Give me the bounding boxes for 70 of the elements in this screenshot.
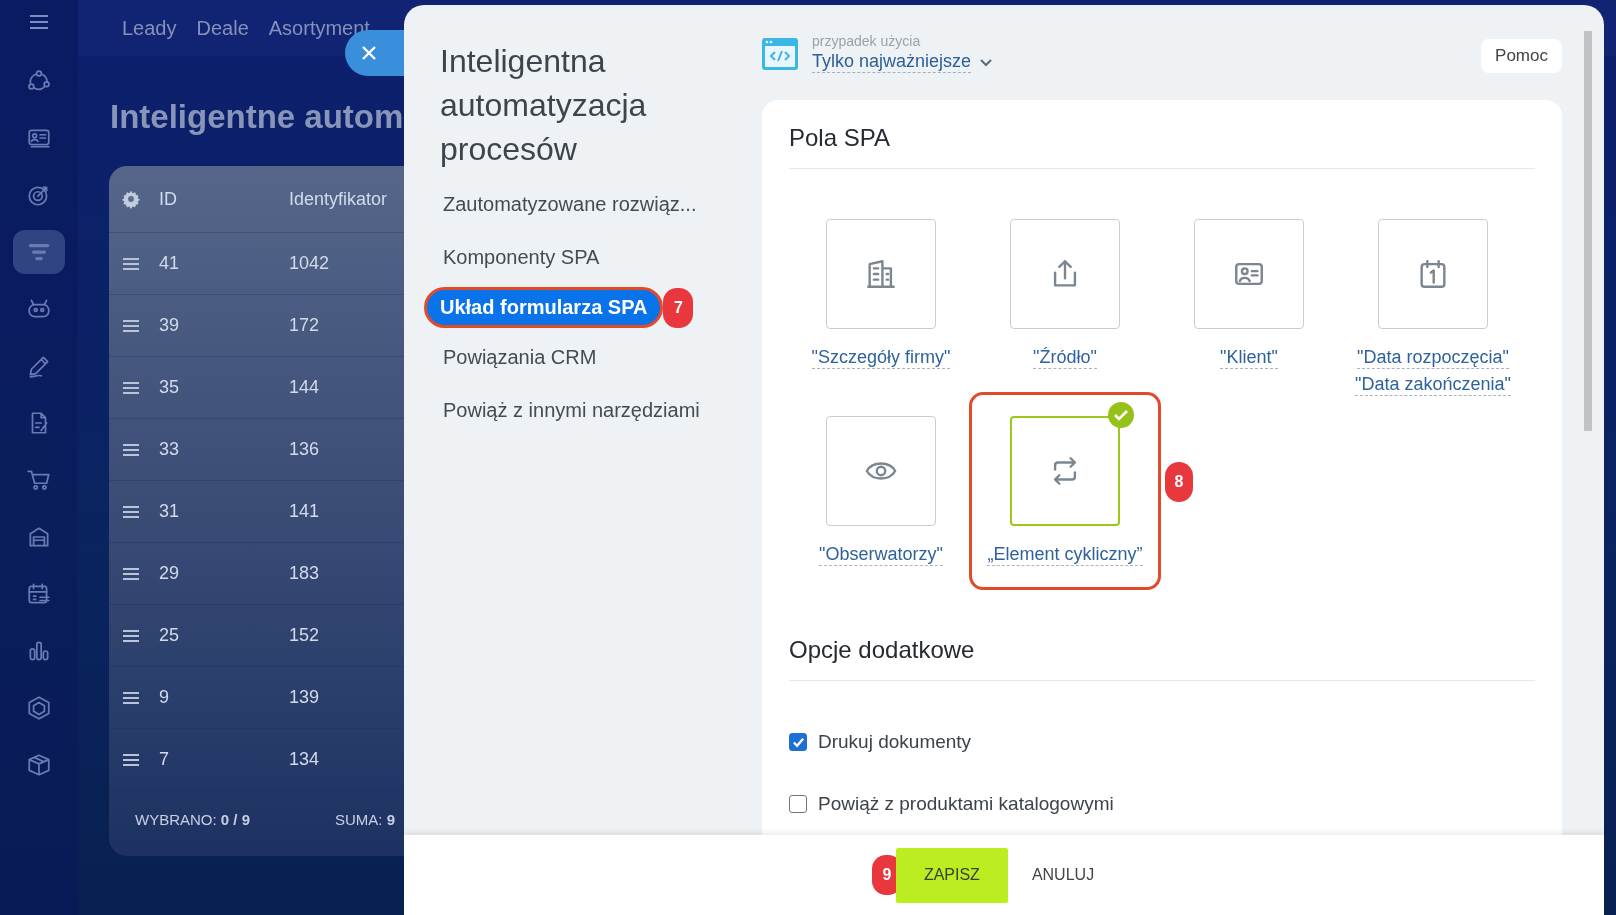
table-cell-text: 41 (159, 253, 181, 274)
table-cell-text: 25 (159, 625, 181, 646)
field-link[interactable]: "Klient" (1220, 346, 1278, 369)
cart-icon (26, 467, 52, 493)
building-icon (864, 257, 898, 291)
nav-item[interactable]: Powiązania CRM (424, 334, 616, 381)
field-link[interactable]: „Element cykliczny” (987, 543, 1143, 566)
step-badge: 7 (663, 287, 694, 328)
table-cell: 152 (289, 625, 320, 646)
cancel-button[interactable]: ANULUJ (1029, 847, 1097, 903)
code-window-icon (762, 38, 798, 70)
table-cell: 136 (289, 439, 320, 460)
field-tile[interactable] (1378, 219, 1488, 329)
table-cell-text: 31 (159, 501, 181, 522)
table-cell-text: 39 (159, 315, 181, 336)
nav-item[interactable]: Komponenty SPA (424, 234, 619, 281)
nav-item[interactable]: Powiąż z innymi narzędziami (424, 387, 719, 434)
hexagon-icon (26, 695, 52, 721)
field-link[interactable]: "Data rozpoczęcia" (1357, 346, 1509, 369)
table-cell: 141 (289, 501, 320, 522)
nav-item[interactable]: Układ formularza SPA (424, 287, 664, 328)
checkbox[interactable] (789, 795, 807, 813)
save-button[interactable]: ZAPISZ (895, 847, 1008, 903)
section-title: Pola SPA (789, 124, 1535, 169)
calendar-icon (26, 581, 52, 607)
table-cell-text: 35 (159, 377, 181, 398)
column-header[interactable]: Identyfikator (289, 188, 388, 210)
panel-title: Inteligentna automatyzacja procesów (440, 42, 648, 169)
table-cell-text: 7 (159, 749, 170, 770)
checkbox-label[interactable]: Drukuj dokumenty (818, 731, 972, 753)
table-cell-text: 29 (159, 563, 181, 584)
field-link[interactable]: "Szczegóły firmy" (811, 346, 951, 369)
help-button[interactable]: Pomoc (1481, 39, 1562, 73)
table-cell: 183 (289, 563, 320, 584)
settings-icon[interactable] (121, 189, 141, 209)
checkmark-icon (791, 735, 805, 749)
nav-item[interactable]: Zautomatyzowane rozwiąz... (424, 181, 716, 228)
use-case-label: przypadek użycia (812, 33, 922, 49)
field-tile[interactable] (1010, 416, 1120, 526)
table-footer-text: SUMA: 9 (335, 811, 396, 828)
field-link[interactable]: "Obserwatorzy" (819, 543, 943, 566)
close-icon (361, 45, 377, 61)
table-cell-text: 33 (159, 439, 181, 460)
box-icon (26, 752, 52, 778)
field-tile[interactable] (826, 219, 936, 329)
field-link[interactable]: "Data zakończenia" (1355, 373, 1511, 396)
nav-link[interactable]: Leady (122, 16, 177, 40)
table-cell: 139 (289, 687, 320, 708)
field-tile[interactable] (1194, 219, 1304, 329)
checkbox-label[interactable]: Powiąż z produktami katalogowymi (818, 793, 1114, 815)
nav-link[interactable]: Deale (196, 16, 249, 40)
table-cell: 1042 (289, 253, 330, 274)
column-header[interactable]: ID (159, 188, 289, 210)
check-icon (1108, 402, 1134, 428)
table-cell-text: 9 (159, 687, 170, 708)
section-title: Opcje dodatkowe (789, 636, 1535, 681)
field-link[interactable]: "Źródło" (1033, 346, 1097, 369)
table-cell: 172 (289, 315, 320, 336)
table-cell: 144 (289, 377, 320, 398)
use-case-dropdown[interactable]: Tylko najważniejsze (812, 51, 994, 73)
nav-link[interactable]: Asortyment (268, 16, 370, 40)
page-title: Inteligentne autom (110, 98, 404, 136)
sidebar-item[interactable] (13, 230, 65, 274)
table-footer-text: WYBRANO: 0 / 9 (135, 811, 251, 828)
checkbox[interactable] (789, 733, 807, 751)
step-badge: 8 (1165, 462, 1193, 502)
field-tile[interactable] (826, 416, 936, 526)
field-tile[interactable] (1010, 219, 1120, 329)
scrollbar[interactable] (1584, 31, 1592, 431)
table-cell: 134 (289, 749, 320, 770)
